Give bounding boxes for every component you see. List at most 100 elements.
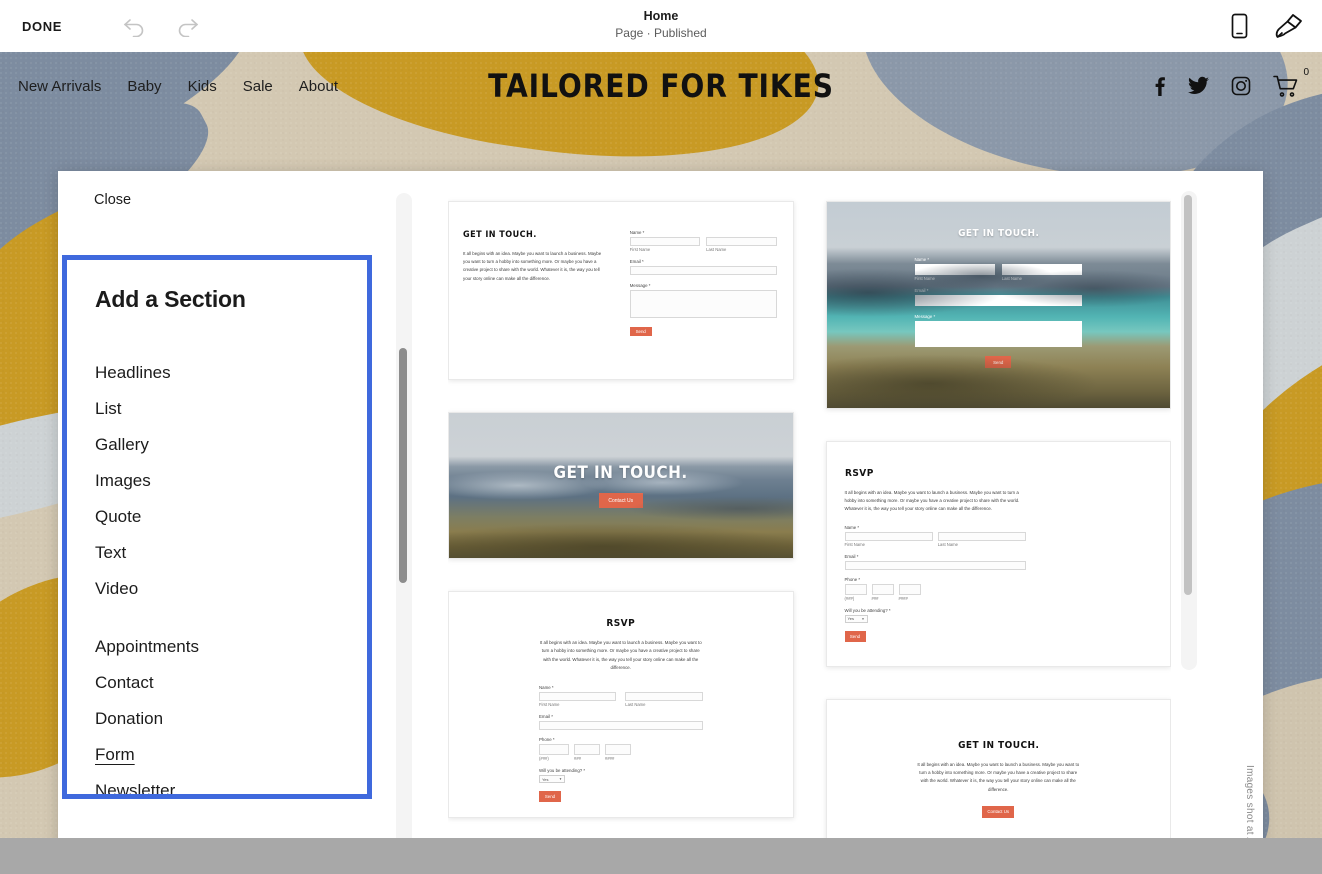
input-email[interactable] [539, 721, 703, 731]
send-button[interactable]: Send [629, 327, 652, 336]
site-navigation: New Arrivals Baby Kids Sale About TAILOR… [0, 52, 1322, 120]
sidebar-item-images[interactable]: Images [95, 463, 151, 499]
instagram-icon[interactable] [1231, 76, 1251, 96]
hint-last-name: Last Name [937, 541, 958, 547]
input-phone-line[interactable] [605, 744, 631, 756]
sidebar-item-list[interactable]: List [95, 391, 121, 427]
template-card-cta-mountain[interactable]: GET IN TOUCH. Contact Us [448, 412, 794, 560]
hint-last-name: Last Name [1001, 276, 1022, 281]
field-label-message: Message * [629, 283, 651, 288]
template-body-text: It all begins with an idea. Maybe you wa… [539, 640, 702, 670]
mobile-preview-icon[interactable] [1231, 13, 1248, 39]
template-body-text: It all begins with an idea. Maybe you wa… [844, 490, 1020, 512]
hint-phone-prefix: ### [574, 756, 581, 762]
close-button[interactable]: Close [94, 192, 131, 208]
panel-scroll-column [388, 171, 448, 838]
hint-last-name: Last Name [625, 702, 646, 708]
modal-scrollbar-track[interactable] [1181, 191, 1197, 670]
template-heading: GET IN TOUCH. [463, 230, 537, 240]
select-attending[interactable]: Yes ▼ [844, 614, 868, 623]
contact-us-button[interactable]: Contact Us [598, 493, 643, 509]
input-phone-prefix[interactable] [574, 744, 600, 756]
add-a-section-highlight: Add a Section Headlines List Gallery Ima… [62, 255, 372, 799]
input-email[interactable] [844, 560, 1026, 570]
undo-redo-group [122, 15, 200, 37]
twitter-icon[interactable] [1188, 76, 1209, 96]
modal-close-row: Close [58, 171, 388, 228]
send-button[interactable]: Send [985, 356, 1012, 368]
template-card-cta-centered-light[interactable]: GET IN TOUCH. It all begins with an idea… [825, 699, 1171, 838]
field-label-name: Name * [629, 230, 645, 235]
sidebar-item-gallery[interactable]: Gallery [95, 427, 149, 463]
site-nav-right: 0 [1153, 67, 1309, 98]
nav-item-baby[interactable]: Baby [127, 78, 161, 95]
cart-button[interactable]: 0 [1273, 67, 1309, 98]
sidebar-item-text[interactable]: Text [95, 535, 126, 571]
input-first-name[interactable] [629, 237, 701, 246]
input-phone-area[interactable] [539, 744, 569, 756]
input-email[interactable] [914, 295, 1082, 306]
hint-phone-area: (###) [539, 756, 549, 762]
modal-scrollbar-thumb[interactable] [1184, 195, 1192, 595]
sidebar-item-video[interactable]: Video [95, 571, 138, 607]
input-message[interactable] [629, 290, 777, 318]
template-card-form-image-center[interactable]: GET IN TOUCH. Name * First Name Last Nam… [825, 201, 1171, 409]
hint-phone-prefix: ### [871, 595, 879, 601]
facebook-icon[interactable] [1153, 76, 1166, 96]
input-first-name[interactable] [844, 531, 933, 541]
sidebar-item-newsletter[interactable]: Newsletter [95, 773, 175, 794]
undo-arrow-icon[interactable] [122, 15, 148, 37]
sidebar-item-appointments[interactable]: Appointments [95, 629, 199, 665]
field-label-email: Email * [914, 288, 929, 293]
input-phone-prefix[interactable] [871, 583, 894, 595]
nav-item-sale[interactable]: Sale [243, 78, 273, 95]
input-last-name[interactable] [1001, 264, 1082, 275]
input-first-name[interactable] [914, 264, 995, 275]
template-column-left: GET IN TOUCH. It all begins with an idea… [448, 201, 794, 838]
nav-item-new-arrivals[interactable]: New Arrivals [18, 78, 101, 95]
input-last-name[interactable] [706, 237, 777, 246]
template-scrollbar-track[interactable] [396, 193, 412, 838]
field-label-email: Email * [629, 259, 644, 264]
template-card-rsvp-center[interactable]: RSVP It all begins with an idea. Maybe y… [448, 591, 794, 819]
hint-phone-line: #### [898, 595, 908, 601]
field-label-phone: Phone * [539, 737, 555, 743]
select-attending[interactable]: Yes ▼ [539, 775, 565, 784]
nav-item-about[interactable]: About [299, 78, 338, 95]
template-card-form-split-light[interactable]: GET IN TOUCH. It all begins with an idea… [448, 201, 794, 381]
send-button[interactable]: Send [539, 791, 561, 803]
sidebar-item-quote[interactable]: Quote [95, 499, 141, 535]
input-message[interactable] [914, 321, 1082, 347]
image-credit: Images shot at Aro Ha [1244, 764, 1255, 838]
page-title-add-a-section: Add a Section [95, 286, 246, 312]
template-column-right: GET IN TOUCH. Name * First Name Last Nam… [825, 201, 1171, 838]
template-scrollbar-thumb[interactable] [399, 348, 407, 583]
input-first-name[interactable] [539, 692, 617, 702]
hint-last-name: Last Name [706, 247, 727, 252]
sidebar-item-form[interactable]: Form [95, 737, 135, 773]
hint-first-name: First Name [914, 276, 935, 281]
paintbrush-icon[interactable] [1274, 12, 1304, 40]
input-last-name[interactable] [625, 692, 703, 702]
hint-phone-area: (###) [844, 595, 855, 601]
sidebar-item-headlines[interactable]: Headlines [95, 355, 171, 391]
template-heading: GET IN TOUCH. [957, 228, 1039, 239]
template-card-rsvp-left[interactable]: RSVP It all begins with an idea. Maybe y… [825, 441, 1171, 667]
add-section-modal: Close Add a Section Headlines List Galle… [58, 171, 1263, 838]
chevron-down-icon: ▼ [861, 616, 865, 621]
redo-arrow-icon[interactable] [174, 15, 200, 37]
sidebar-item-donation[interactable]: Donation [95, 701, 163, 737]
input-phone-line[interactable] [898, 583, 921, 595]
send-button[interactable]: Send [844, 630, 866, 642]
field-label-attending: Will you be attending? * [539, 768, 586, 774]
input-last-name[interactable] [937, 531, 1026, 541]
sidebar-item-contact[interactable]: Contact [95, 665, 154, 701]
field-label-name: Name * [539, 685, 554, 691]
section-type-panel: Close Add a Section Headlines List Galle… [58, 171, 388, 838]
template-preview-grid: GET IN TOUCH. It all begins with an idea… [448, 171, 1171, 838]
input-phone-area[interactable] [844, 583, 867, 595]
done-button[interactable]: DONE [14, 13, 70, 40]
nav-item-kids[interactable]: Kids [188, 78, 217, 95]
input-email[interactable] [629, 266, 777, 275]
contact-us-button[interactable]: Contact Us [982, 805, 1015, 818]
